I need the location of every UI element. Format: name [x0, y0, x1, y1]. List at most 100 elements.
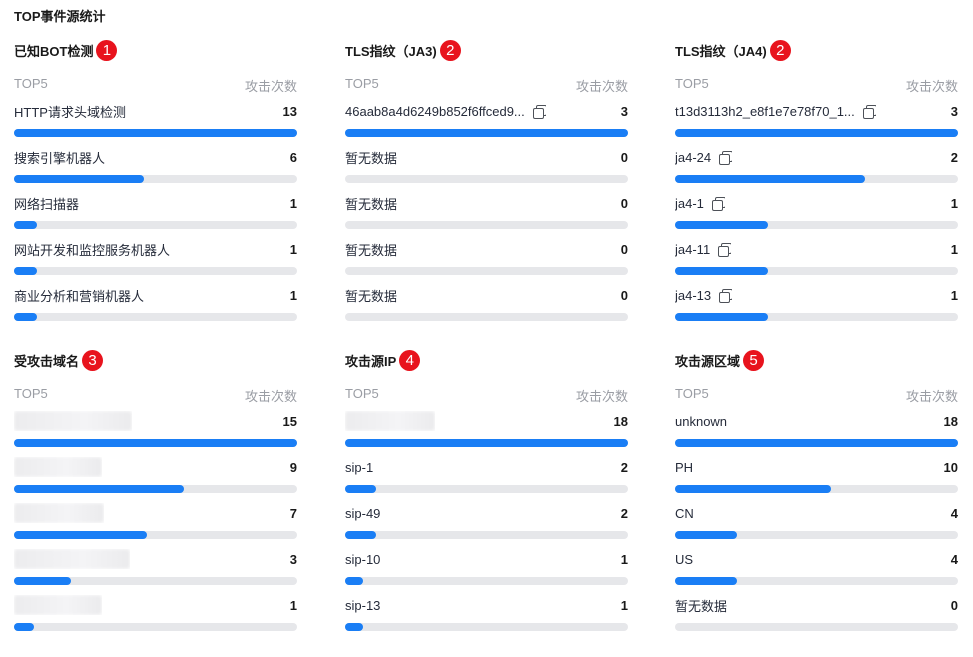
progress-track — [675, 267, 958, 275]
list-item: sip-13 1 — [345, 595, 628, 641]
list-item: 暂无数据 0 — [345, 147, 628, 193]
panel-title: 已知BOT检测 — [14, 43, 94, 59]
redacted-label — [14, 549, 130, 569]
row-label: sip-13 — [345, 598, 380, 613]
progress-track — [675, 439, 958, 447]
row-count: 3 — [950, 103, 958, 119]
row-label-text: US — [675, 551, 694, 567]
row-label: 商业分析和营销机器人 — [14, 286, 144, 305]
column-header: TOP5 攻击次数 — [345, 386, 628, 404]
row-label-text: 暂无数据 — [345, 242, 398, 258]
panel-badge: 4 — [399, 349, 421, 371]
progress-track — [345, 485, 628, 493]
progress-track — [14, 485, 297, 493]
row-count: 4 — [950, 505, 958, 521]
progress-track — [675, 313, 958, 321]
column-header-rank: TOP5 — [675, 386, 709, 401]
progress-track — [345, 439, 628, 447]
list-item: 46aab8a4d6249b852f6ffced9... 3 — [345, 101, 628, 147]
copy-icon[interactable] — [719, 150, 733, 165]
row-label-text: 暂无数据 — [345, 288, 398, 304]
progress-fill — [675, 129, 958, 137]
row-label: sip-1 — [345, 460, 373, 475]
progress-track — [14, 221, 297, 229]
copy-icon[interactable] — [718, 242, 732, 257]
list-item: unknown 18 — [675, 411, 958, 457]
row-label: unknown — [675, 414, 727, 429]
progress-fill — [675, 175, 865, 183]
progress-track — [345, 175, 628, 183]
panel-title: TLS指纹（JA4) — [675, 43, 767, 59]
row-label-text: 网站开发和监控服务机器人 — [14, 242, 171, 258]
progress-track — [14, 439, 297, 447]
progress-fill — [675, 485, 831, 493]
column-header: TOP5 攻击次数 — [14, 386, 297, 404]
progress-fill — [345, 531, 377, 539]
row-count: 1 — [950, 287, 958, 303]
row-count: 1 — [289, 287, 297, 303]
list-item: HTTP请求头域检测 13 — [14, 101, 297, 147]
list-item: t13d3113h2_e8f1e7e78f70_1... 3 — [675, 101, 958, 147]
progress-track — [345, 129, 628, 137]
copy-icon[interactable] — [862, 104, 876, 119]
row-label-text: sip-1 — [345, 459, 374, 475]
progress-fill — [14, 623, 34, 631]
column-header-count: 攻击次数 — [244, 79, 297, 94]
list-item: 7 — [14, 503, 297, 549]
list-item: ja4-24 2 — [675, 147, 958, 193]
row-label: 暂无数据 — [345, 240, 397, 259]
panel-title: 攻击源IP — [345, 353, 397, 369]
column-header: TOP5 攻击次数 — [675, 386, 958, 404]
column-header-count: 攻击次数 — [575, 389, 628, 404]
column-header-count: 攻击次数 — [905, 389, 958, 404]
row-count: 2 — [620, 505, 628, 521]
row-label-text: sip-13 — [345, 597, 381, 613]
progress-fill — [14, 129, 297, 137]
panel-title: TLS指纹（JA3) — [345, 43, 437, 59]
copy-icon[interactable] — [719, 288, 733, 303]
progress-fill — [345, 623, 363, 631]
list-item: 网络扫描器 1 — [14, 193, 297, 239]
row-label-text: 46aab8a4d6249b852f6ffced9... — [345, 103, 525, 119]
progress-track — [675, 577, 958, 585]
row-count: 1 — [289, 195, 297, 211]
panel-badge: 1 — [96, 39, 118, 61]
row-label — [14, 457, 102, 477]
progress-track — [345, 623, 628, 631]
ranking-list: 46aab8a4d6249b852f6ffced9... 3 暂无数据 0 暂无数据 0 暂… — [345, 101, 628, 331]
row-label — [345, 411, 435, 431]
row-label-text: sip-10 — [345, 551, 381, 567]
panel-header: 攻击源IP 4 — [345, 348, 628, 372]
column-header-rank: TOP5 — [345, 386, 379, 401]
row-label: 46aab8a4d6249b852f6ffced9... — [345, 104, 546, 119]
copy-icon[interactable] — [532, 104, 546, 119]
row-label: sip-49 — [345, 506, 380, 521]
row-label-text: 网络扫描器 — [14, 196, 80, 212]
row-count: 6 — [289, 149, 297, 165]
row-label — [14, 549, 130, 569]
redacted-label — [14, 457, 102, 477]
progress-fill — [675, 577, 738, 585]
progress-track — [14, 531, 297, 539]
progress-fill — [345, 485, 377, 493]
panel-tls-ja4: TLS指纹（JA4) 2 TOP5 攻击次数 t13d3113h2_e8f1e7e78f… — [675, 38, 958, 331]
progress-track — [345, 313, 628, 321]
row-count: 15 — [282, 413, 297, 429]
progress-fill — [675, 439, 958, 447]
progress-track — [14, 175, 297, 183]
row-count: 1 — [289, 597, 297, 613]
progress-fill — [345, 577, 363, 585]
list-item: sip-10 1 — [345, 549, 628, 595]
copy-icon[interactable] — [711, 196, 725, 211]
row-count: 18 — [613, 413, 628, 429]
list-item: 3 — [14, 549, 297, 595]
progress-fill — [14, 313, 37, 321]
row-count: 3 — [620, 103, 628, 119]
ranking-list: 18 sip-1 2 sip-49 2 sip-10 1 sip-13 1 — [345, 411, 628, 641]
list-item: 商业分析和营销机器人 1 — [14, 285, 297, 331]
panel-tls-ja3: TLS指纹（JA3) 2 TOP5 攻击次数 46aab8a4d6249b852f6ff… — [345, 38, 628, 331]
panel-attacked-domain: 受攻击域名 3 TOP5 攻击次数 15 9 7 3 1 — [14, 348, 297, 641]
progress-track — [345, 531, 628, 539]
row-count: 9 — [289, 459, 297, 475]
row-count: 7 — [289, 505, 297, 521]
